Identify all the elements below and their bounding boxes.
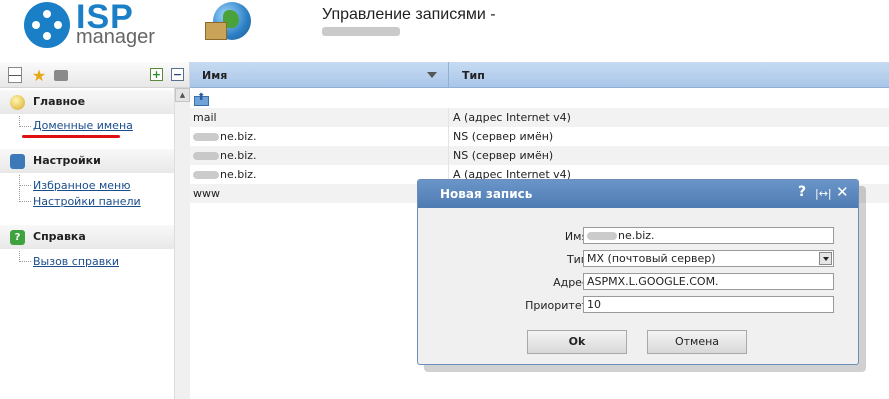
cell-type: A (адрес Internet v4) (453, 111, 571, 124)
sidebar-section-label: Справка (33, 230, 86, 243)
sort-desc-icon[interactable] (427, 72, 437, 78)
name-field[interactable]: ne.biz. (583, 227, 834, 244)
cell-name: ne.biz. (193, 130, 257, 143)
scroll-up-icon[interactable]: ▲ (175, 88, 190, 102)
address-field[interactable]: ASPMX.L.GOOGLE.COM. (583, 273, 834, 290)
sidebar-item-favorites-menu[interactable]: Избранное меню (33, 179, 130, 192)
app-window: ISP manager Управление записями - ★ + − … (0, 0, 889, 399)
highlight-underline (22, 135, 120, 138)
up-folder-icon[interactable]: ⬆ (194, 92, 209, 106)
sidebar-section-main[interactable]: Главное (0, 90, 174, 114)
cell-name: mail (193, 111, 217, 124)
sidebar-section-settings[interactable]: Настройки (0, 149, 174, 173)
logo-text-manager: manager (76, 26, 155, 48)
sidebar: ★ + − Главное Доменные имена Настройки И… (0, 62, 190, 399)
close-icon[interactable]: ✕ (836, 183, 849, 201)
sidebar-section-label: Настройки (33, 154, 101, 167)
type-select[interactable]: MX (почтовый сервер) (583, 250, 834, 267)
new-record-dialog: Новая запись ? |↔| ✕ Имя ne.biz. Тип MX … (417, 179, 859, 365)
cell-name: ne.biz. (193, 168, 257, 181)
cell-type: NS (сервер имён) (453, 130, 554, 143)
table-row[interactable]: mail A (адрес Internet v4) (190, 108, 889, 127)
list-icon[interactable] (8, 67, 22, 83)
name-label: Имя (564, 230, 588, 243)
sidebar-item-panel-settings[interactable]: Настройки панели (33, 195, 141, 208)
expand-icon[interactable]: + (150, 68, 163, 81)
globe-icon (205, 2, 251, 44)
sidebar-toolbar: ★ + − (0, 62, 189, 88)
table-row[interactable]: ne.biz. NS (сервер имён) (190, 127, 889, 146)
star-icon[interactable]: ★ (31, 66, 47, 85)
dialog-titlebar[interactable]: Новая запись ? |↔| ✕ (418, 180, 858, 208)
ok-button[interactable]: Ok (527, 330, 627, 354)
priority-field[interactable]: 10 (583, 296, 834, 313)
column-header-name[interactable]: Имя (202, 69, 227, 82)
home-icon (10, 95, 25, 110)
cell-name: www (193, 187, 220, 200)
priority-label: Приоритет (525, 299, 588, 312)
briefcase-icon[interactable] (54, 70, 68, 81)
header: ISP manager Управление записями - (0, 0, 889, 60)
help-icon[interactable]: ? (798, 184, 806, 200)
sidebar-section-label: Главное (33, 95, 86, 108)
page-title: Управление записями - (322, 6, 496, 23)
dialog-footer: Ok Отмена (418, 318, 858, 364)
chevron-down-icon[interactable] (819, 252, 832, 265)
cell-type: NS (сервер имён) (453, 149, 554, 162)
resize-icon[interactable]: |↔| (815, 187, 832, 200)
logo-mark-icon (24, 2, 70, 48)
type-label: Тип (566, 253, 588, 266)
cell-name: ne.biz. (193, 149, 257, 162)
cancel-button[interactable]: Отмена (647, 330, 747, 354)
help-book-icon: ? (10, 230, 25, 245)
monitor-icon (10, 154, 25, 169)
sidebar-section-help[interactable]: ? Справка (0, 225, 174, 249)
sidebar-item-domain-names[interactable]: Доменные имена (33, 119, 133, 132)
sidebar-item-call-help[interactable]: Вызов справки (33, 255, 119, 268)
type-select-value: MX (почтовый сервер) (587, 252, 716, 265)
table-row[interactable]: ne.biz. NS (сервер имён) (190, 146, 889, 165)
column-header-type[interactable]: Тип (462, 69, 485, 82)
table-header: Имя Тип (190, 62, 889, 88)
collapse-icon[interactable]: − (171, 68, 184, 81)
dialog-title: Новая запись (440, 187, 533, 201)
isp-manager-logo[interactable]: ISP manager (24, 0, 164, 48)
sidebar-scrollbar[interactable]: ▲ (174, 88, 190, 399)
page-subtitle-redacted (322, 27, 400, 36)
address-label: Адрес (553, 276, 588, 289)
